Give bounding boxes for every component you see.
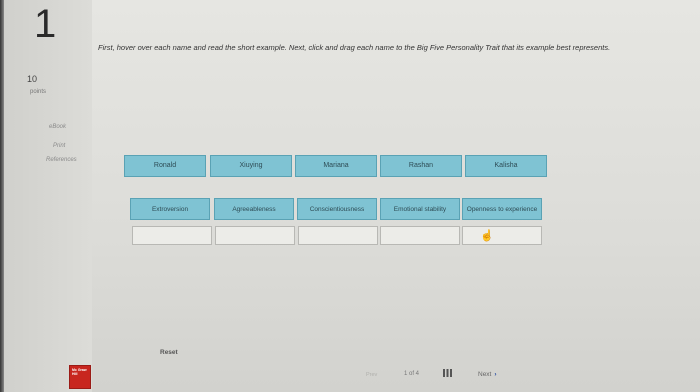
grid-view-icon[interactable] (443, 369, 452, 377)
trait-openness-to-experience: Openness to experience (462, 198, 542, 220)
drop-zone-emotional-stability[interactable] (380, 226, 460, 245)
references-link[interactable]: References (46, 157, 77, 163)
name-tile-kalisha[interactable]: Kalisha (465, 155, 547, 177)
logo-text: Mc Graw Hill (72, 368, 87, 376)
points-label: points (30, 89, 47, 95)
mcgraw-hill-logo: Mc Graw Hill (69, 365, 91, 389)
name-tile-mariana[interactable]: Mariana (295, 155, 377, 177)
drop-zone-extroversion[interactable] (132, 226, 212, 245)
name-tile-rashan[interactable]: Rashan (380, 155, 462, 177)
question-sidebar (4, 0, 92, 392)
trait-emotional-stability: Emotional stability (380, 198, 460, 220)
drop-zone-conscientiousness[interactable] (298, 226, 378, 245)
name-tile-ronald[interactable]: Ronald (124, 155, 206, 177)
drop-zone-agreeableness[interactable] (215, 226, 295, 245)
trait-extroversion: Extroversion (130, 198, 210, 220)
chevron-right-icon: › (494, 371, 497, 378)
next-label: Next (478, 371, 492, 378)
prev-button[interactable]: Prev (366, 372, 377, 378)
next-button[interactable]: Next › (478, 371, 497, 378)
points-value: 10 (27, 74, 38, 84)
reset-button[interactable]: Reset (160, 349, 178, 356)
instructions-text: First, hover over each name and read the… (98, 43, 611, 52)
hand-cursor-icon: ☝ (480, 230, 494, 242)
name-tile-xiuying[interactable]: Xiuying (210, 155, 292, 177)
trait-conscientiousness: Conscientiousness (297, 198, 377, 220)
ebook-link[interactable]: eBook (49, 124, 66, 130)
page-indicator: 1 of 4 (404, 371, 420, 377)
print-link[interactable]: Print (53, 143, 65, 149)
drop-zone-openness-to-experience[interactable] (462, 226, 542, 245)
question-number: 1 (34, 2, 57, 46)
trait-agreeableness: Agreeableness (214, 198, 294, 220)
assignment-screen: 1 10 points eBook Print References First… (0, 0, 700, 392)
